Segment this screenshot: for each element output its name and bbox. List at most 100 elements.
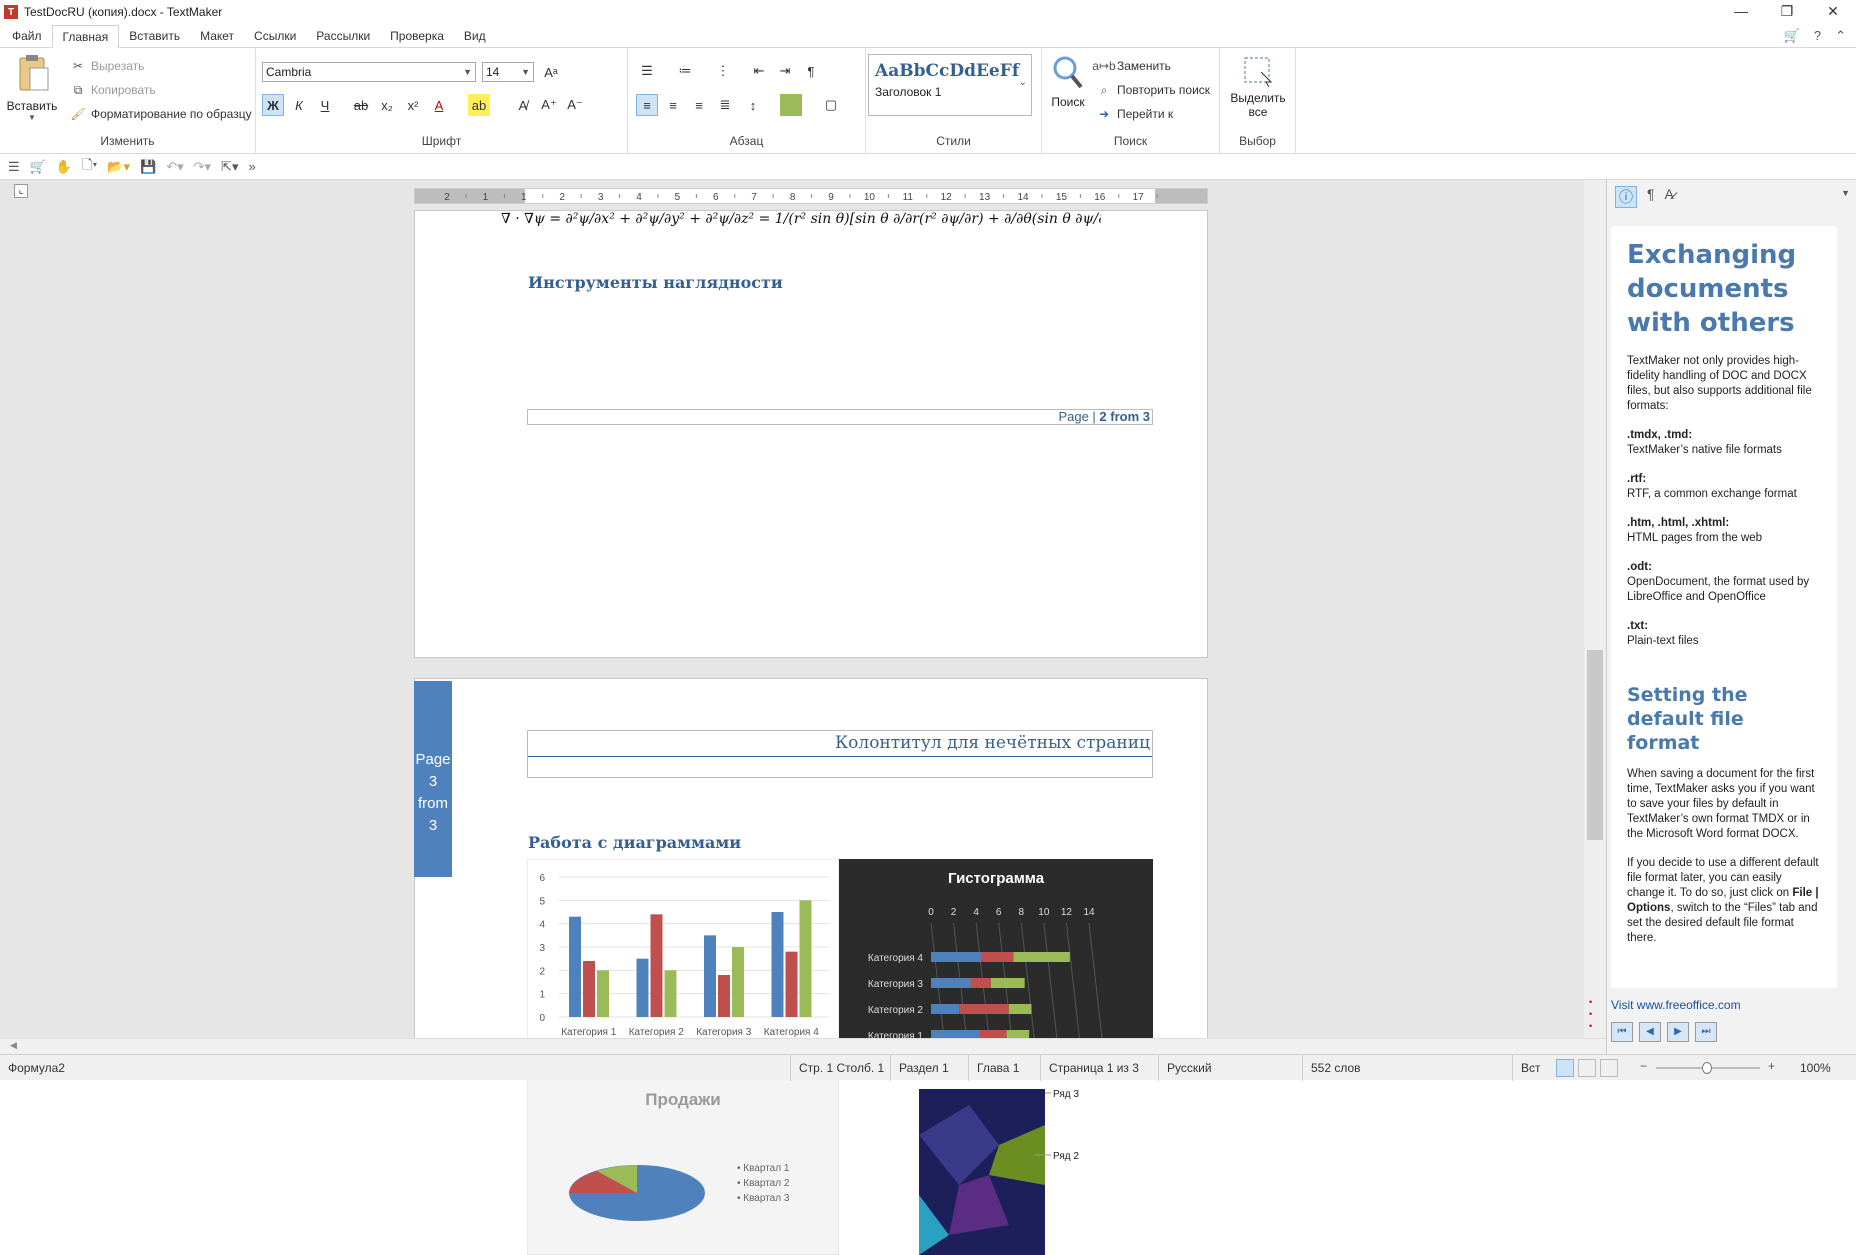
underline-button[interactable]: Ч [314, 94, 336, 116]
status-zoom[interactable]: 100% [1792, 1055, 1839, 1081]
superscript-button[interactable]: x² [402, 94, 424, 116]
prev-page-icon[interactable]: ◀ [1639, 1022, 1661, 1042]
undo-icon[interactable]: ↶▾ [166, 159, 183, 175]
hand-icon[interactable]: ✋ [56, 159, 72, 175]
open-folder-icon[interactable]: 📂▾ [107, 159, 130, 175]
numbering-icon[interactable]: ≔ [674, 60, 696, 82]
menu-home[interactable]: Главная [51, 25, 120, 48]
x-tick-label: 14 [1083, 907, 1095, 918]
formula[interactable]: ∇ · ∇ψ = ∂²ψ/∂x² + ∂²ψ/∂y² + ∂²ψ/∂z² = 1… [501, 211, 1101, 235]
x-tick-label: 2 [951, 907, 957, 918]
borders-icon[interactable]: ▢ [820, 94, 842, 116]
group-styles: AaBbCcDdEeFf Заголовок 1 ⌄ Стили [866, 48, 1042, 154]
new-document-icon[interactable]: 🗋▾ [82, 156, 97, 178]
strikethrough-button[interactable]: ab [350, 94, 372, 116]
menu-mailings[interactable]: Рассылки [306, 25, 380, 47]
bar [650, 914, 663, 1017]
more-icon[interactable]: » [248, 159, 255, 174]
freeoffice-link[interactable]: Visit www.freeoffice.com [1611, 998, 1741, 1012]
first-page-icon[interactable]: ⏮ [1611, 1022, 1633, 1042]
next-page-icon[interactable]: ▶ [1667, 1022, 1689, 1042]
status-insert-mode[interactable]: Вст [1512, 1055, 1549, 1081]
shrink-font-icon[interactable]: A⁻ [564, 94, 586, 116]
search-button[interactable]: Поиск [1044, 54, 1092, 109]
decrease-indent-icon[interactable]: ⇤ [748, 60, 770, 82]
subscript-button[interactable]: x₂ [376, 94, 398, 116]
hamburger-icon[interactable]: ☰ [8, 159, 20, 175]
minimize-button[interactable]: — [1718, 0, 1764, 24]
scroll-thumb[interactable] [1587, 650, 1603, 840]
page-view-icon[interactable] [1600, 1059, 1618, 1077]
outline-view-icon[interactable] [1578, 1059, 1596, 1077]
menu-references[interactable]: Ссылки [244, 25, 306, 47]
cart-icon[interactable]: 🛒 [1784, 28, 1800, 44]
bullets-icon[interactable]: ☰ [636, 60, 658, 82]
bold-button[interactable]: Ж [262, 94, 284, 116]
highlight-button[interactable]: ab [468, 94, 490, 116]
magnifier-icon: ⌕ [1100, 82, 1108, 97]
horizontal-ruler[interactable]: 2 1 1 2 3 4 5 6 7 8 9 10 11 12 13 14 15 16 17 [414, 188, 1208, 204]
menu-layout[interactable]: Макет [190, 25, 244, 47]
font-case-button[interactable]: Aᵃ [540, 61, 562, 83]
select-all-button[interactable]: Выделить все [1226, 54, 1290, 119]
goto-button[interactable]: ➜ Перейти к [1096, 106, 1173, 122]
restore-button[interactable]: ❐ [1764, 0, 1810, 24]
shading-icon[interactable] [780, 94, 802, 116]
grow-font-icon[interactable]: A⁺ [538, 94, 560, 116]
ruler-number: 8 [790, 192, 796, 203]
menu-review[interactable]: Проверка [380, 25, 454, 47]
sidebar-menu-icon[interactable]: ▼ [1841, 188, 1850, 198]
scroll-left-icon[interactable]: ◀ [10, 1040, 17, 1051]
close-button[interactable]: ✕ [1810, 0, 1856, 24]
normal-view-icon[interactable] [1556, 1059, 1574, 1077]
paste-button[interactable]: Вставить ▼ [6, 52, 58, 132]
zoom-slider[interactable] [1656, 1062, 1760, 1074]
increase-indent-icon[interactable]: ⇥ [774, 60, 796, 82]
help-icon[interactable]: ? [1814, 28, 1821, 44]
chart-pie-sales[interactable]: Продажи • Квартал 1 • Квартал 2 • Квартал 3 [527, 1075, 839, 1255]
last-page-icon[interactable]: ⏭ [1695, 1022, 1717, 1042]
justify-icon[interactable]: ≣ [714, 94, 736, 116]
align-right-icon[interactable]: ≡ [688, 94, 710, 116]
font-name-combo[interactable]: Cambria ▼ [262, 62, 476, 82]
style-gallery[interactable]: AaBbCcDdEeFf Заголовок 1 ⌄ [868, 54, 1032, 116]
line-spacing-icon[interactable]: ↕ [742, 94, 764, 116]
vertical-scrollbar[interactable]: • • • [1584, 180, 1606, 1038]
save-icon[interactable]: 💾 [140, 159, 156, 175]
zoom-slider-thumb[interactable] [1702, 1062, 1712, 1074]
menu-view[interactable]: Вид [454, 25, 496, 47]
paragraph-style-icon[interactable]: ¶ [1647, 186, 1655, 208]
zoom-out-icon[interactable]: − [1640, 1059, 1647, 1073]
browse-object-icon[interactable]: • • • [1589, 996, 1592, 1032]
page-footer: Page | 2 from 3 [527, 409, 1153, 425]
ruler-number: 4 [636, 192, 642, 203]
zoom-in-icon[interactable]: + [1768, 1059, 1775, 1073]
bar [732, 947, 744, 1017]
chevron-down-icon: ▼ [463, 67, 472, 77]
repeat-search-button[interactable]: ⌕ Повторить поиск [1096, 82, 1210, 98]
menu-insert[interactable]: Вставить [119, 25, 190, 47]
chart-surface[interactable]: Ряд 3 Ряд 2 [839, 1075, 1153, 1255]
copy-button[interactable]: ⧉ Копировать [70, 82, 156, 98]
ribbon-collapse-icon[interactable]: ⌃ [1835, 28, 1846, 44]
multilevel-list-icon[interactable]: ⋮ [712, 60, 734, 82]
font-size-combo[interactable]: 14 ▼ [482, 62, 534, 82]
italic-button[interactable]: К [288, 94, 310, 116]
align-center-icon[interactable]: ≡ [662, 94, 684, 116]
clear-format-icon[interactable]: A̸ [512, 94, 534, 116]
menu-file[interactable]: Файл [2, 25, 52, 47]
pilcrow-icon[interactable]: ¶ [800, 60, 822, 82]
cut-button[interactable]: ✂ Вырезать [70, 58, 144, 74]
font-color-button[interactable]: A [428, 94, 450, 116]
cart-icon[interactable]: 🛒 [30, 159, 46, 175]
x-tick-label: 10 [1038, 907, 1050, 918]
redo-icon[interactable]: ↷▾ [194, 159, 211, 175]
tab-stop-selector[interactable]: ⌞ [14, 184, 28, 198]
align-left-icon[interactable]: ≡ [636, 94, 658, 116]
character-style-icon[interactable]: A̷ [1665, 186, 1674, 208]
info-icon[interactable]: ⓘ [1615, 186, 1637, 208]
horizontal-scrollbar[interactable]: ◀ [0, 1038, 1606, 1054]
pointer-icon[interactable]: ⇱▾ [221, 159, 238, 175]
replace-button[interactable]: a↦b Заменить [1092, 58, 1171, 74]
format-painter-button[interactable]: 🖌 Форматирование по образцу [70, 106, 251, 122]
